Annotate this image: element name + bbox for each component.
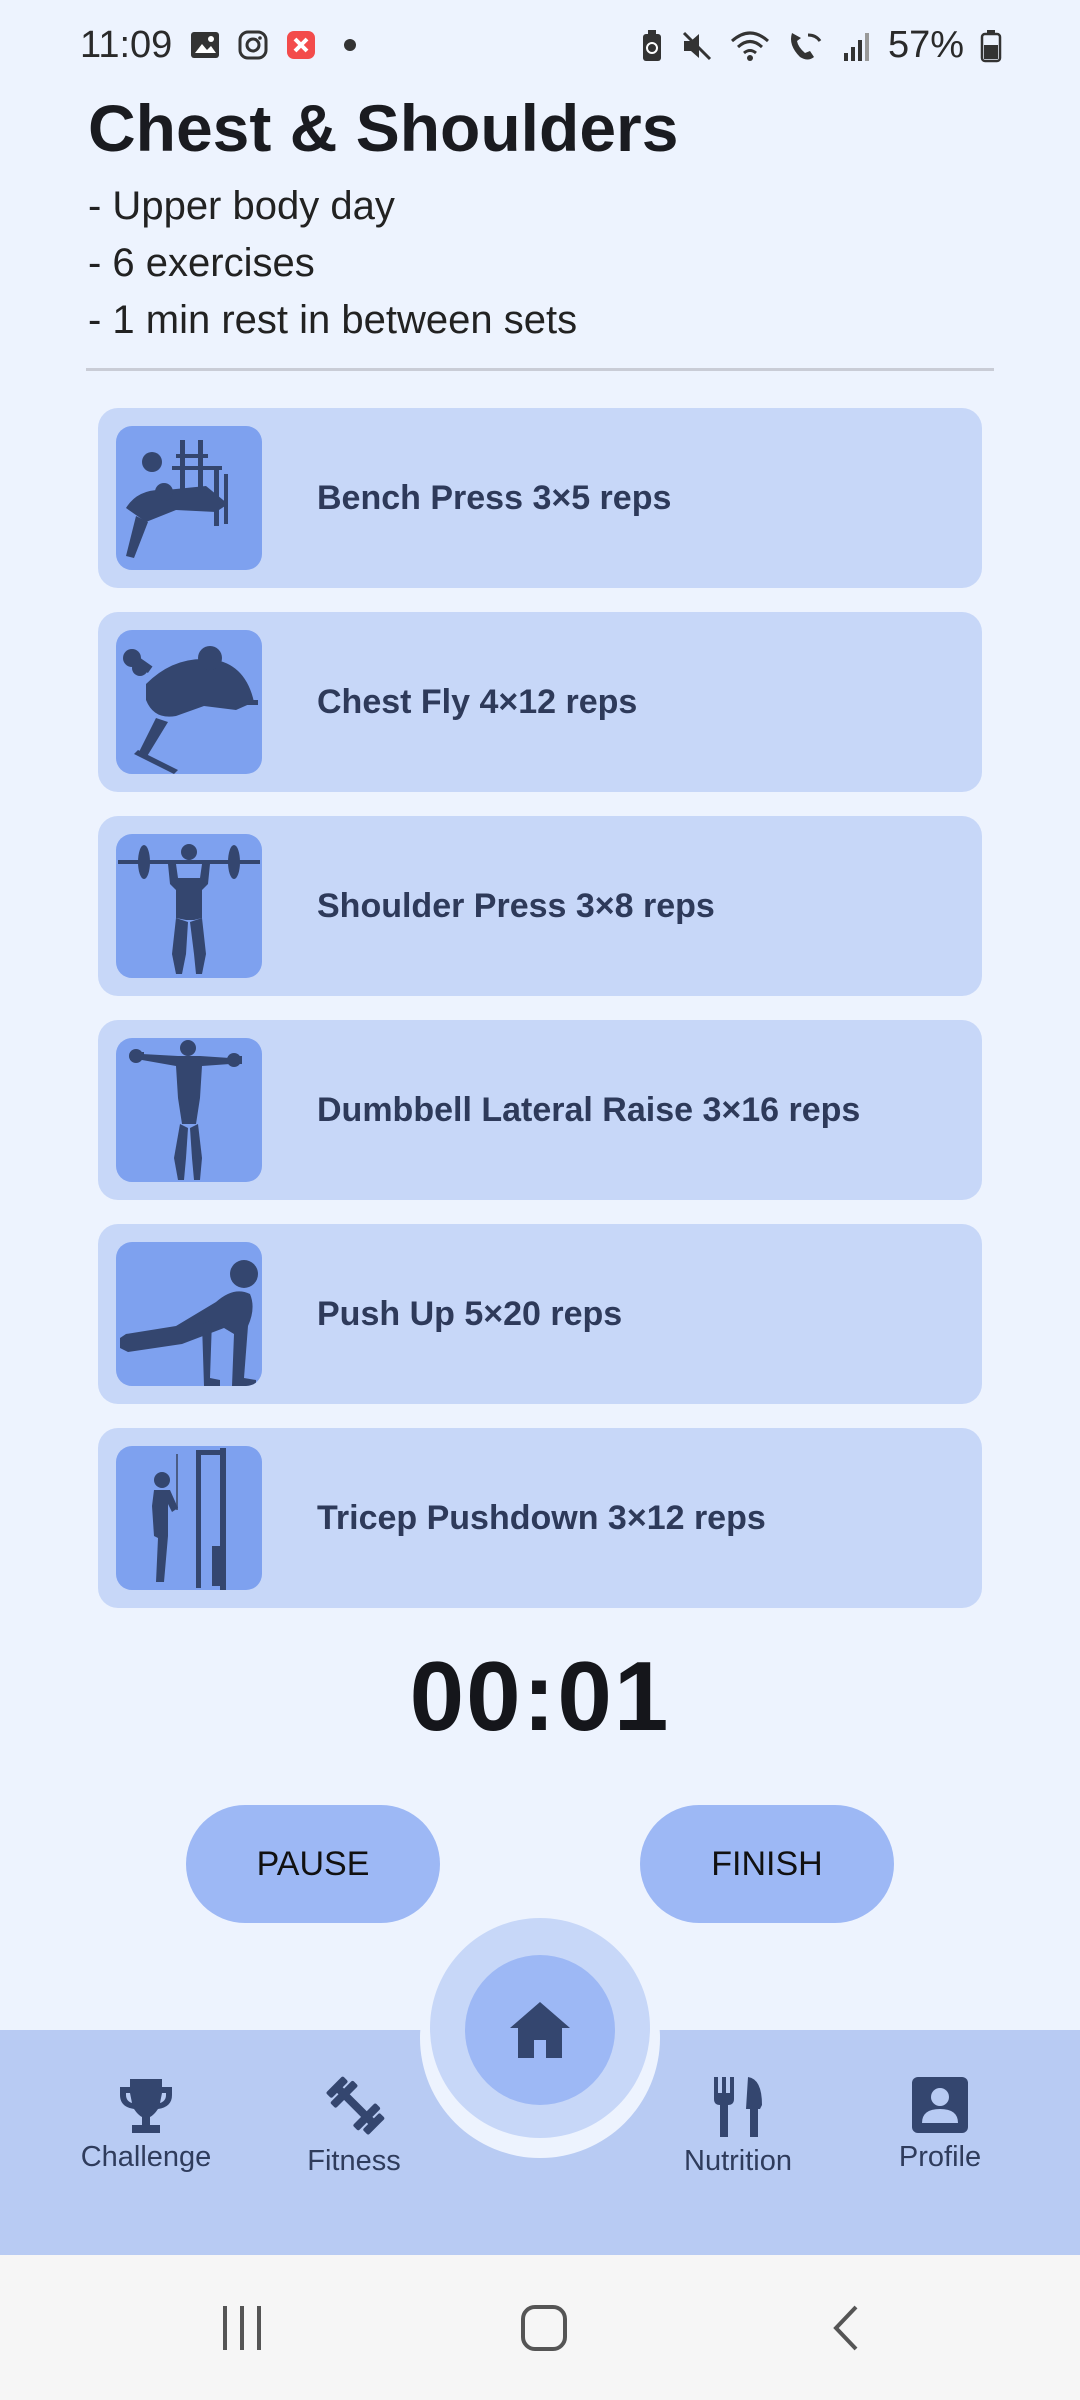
home-system-button[interactable] [464,2255,624,2400]
home-button[interactable] [465,1955,615,2105]
nav-label: Fitness [307,2145,401,2177]
nav-item-nutrition[interactable]: Nutrition [648,2075,828,2178]
battery-icon [980,29,1002,62]
nav-item-fitness[interactable]: Fitness [264,2075,444,2178]
exercise-label: Dumbbell Lateral Raise 3×16 reps [317,1091,861,1129]
notification-app-icon [284,28,318,62]
lateral-raise-icon [116,1038,262,1182]
signal-icon [843,32,869,61]
detail-line: - 1 min rest in between sets [88,298,578,342]
page-title: Chest & Shoulders [88,91,679,165]
trophy-icon [120,2079,172,2133]
exercise-label: Bench Press 3×5 reps [317,479,672,517]
profile-icon [912,2077,968,2133]
nav-item-challenge[interactable]: Challenge [56,2075,236,2174]
exercise-card[interactable]: Shoulder Press 3×8 reps [98,816,982,996]
nav-label: Nutrition [684,2145,792,2177]
chest-fly-icon [116,630,262,774]
push-up-icon [116,1242,262,1386]
workout-timer: 00:01 [409,1641,671,1751]
exercise-card[interactable]: Push Up 5×20 reps [98,1224,982,1404]
system-nav-bar [0,2255,1080,2400]
back-button[interactable] [766,2255,926,2400]
back-icon [833,2305,858,2350]
exercise-card[interactable]: Dumbbell Lateral Raise 3×16 reps [98,1020,982,1200]
exercise-list: Bench Press 3×5 reps Chest Fly 4×12 reps [98,408,982,1632]
exercise-label: Tricep Pushdown 3×12 reps [317,1499,766,1537]
shoulder-press-icon [116,834,262,978]
exercise-label: Shoulder Press 3×8 reps [317,887,715,925]
nav-item-profile[interactable]: Profile [850,2075,1030,2174]
status-bar: 11:09 57% [0,0,1080,96]
status-time: 11:09 [80,24,173,66]
battery-saver-icon [642,29,661,61]
nav-label: Challenge [80,2141,212,2173]
detail-line: - Upper body day [88,184,395,228]
gallery-icon [188,28,222,62]
pause-button[interactable]: PAUSE [186,1805,440,1923]
exercise-label: Push Up 5×20 reps [317,1295,623,1333]
workout-details: - Upper body day - 6 exercises - 1 min r… [88,178,577,349]
bench-press-icon [116,426,262,570]
dumbbell-icon [326,2076,385,2135]
exercise-label: Chest Fly 4×12 reps [317,683,638,721]
exercise-card[interactable]: Chest Fly 4×12 reps [98,612,982,792]
tricep-pushdown-icon [116,1446,262,1590]
home-icon [510,2002,570,2058]
instagram-icon [236,28,270,62]
mute-icon [682,31,711,60]
detail-line: - 6 exercises [88,241,315,285]
recent-apps-icon [223,2305,261,2350]
exercise-card[interactable]: Tricep Pushdown 3×12 reps [98,1428,982,1608]
battery-percent: 57% [887,24,964,66]
wifi-icon [730,31,769,61]
home-outline-icon [521,2304,567,2351]
fork-knife-icon [714,2077,762,2137]
divider [86,368,994,371]
nav-label: Profile [898,2141,982,2173]
wifi-calling-icon [790,32,822,59]
dot-icon [344,39,356,51]
recent-apps-button[interactable] [162,2255,322,2400]
finish-button[interactable]: FINISH [640,1805,894,1923]
exercise-card[interactable]: Bench Press 3×5 reps [98,408,982,588]
